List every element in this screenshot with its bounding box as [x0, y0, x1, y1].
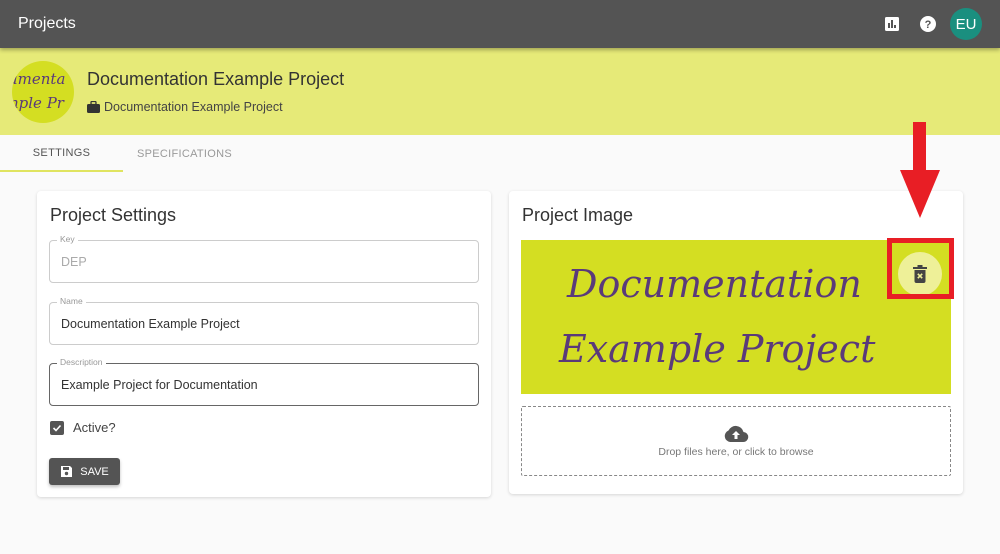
image-text-line2: Example Project: [559, 327, 876, 371]
help-icon: ?: [920, 16, 936, 32]
help-button[interactable]: ?: [910, 6, 946, 42]
tab-settings[interactable]: SETTINGS: [0, 135, 123, 172]
active-checkbox-label: Active?: [73, 420, 116, 435]
name-input[interactable]: [61, 317, 461, 331]
image-card-title: Project Image: [522, 205, 634, 225]
save-icon: [61, 466, 73, 477]
project-header: umenta nple Pr Documentation Example Pro…: [0, 48, 1000, 135]
key-label: Key: [57, 234, 78, 244]
logo-text-line1: umenta: [12, 70, 66, 88]
project-settings-card: Project Settings Key Name Description Ac…: [37, 191, 491, 497]
app-title: Projects: [18, 15, 76, 32]
dropzone-text: Drop files here, or click to browse: [658, 445, 814, 458]
cloud-upload-icon: [724, 425, 749, 442]
image-dropzone[interactable]: Drop files here, or click to browse: [521, 406, 951, 476]
logo-text-line2: nple Pr: [12, 94, 64, 112]
project-logo: umenta nple Pr: [12, 61, 74, 123]
annotation-highlight-box: [887, 238, 954, 299]
settings-card-title: Project Settings: [50, 205, 177, 225]
top-app-bar: Projects ? EU: [0, 0, 1000, 48]
save-button[interactable]: SAVE: [49, 458, 120, 485]
description-label: Description: [57, 357, 106, 367]
image-text-line1: Documentation: [567, 262, 862, 306]
key-field: Key: [49, 234, 479, 283]
chart-button[interactable]: [874, 6, 910, 42]
save-label: SAVE: [80, 465, 109, 478]
chart-icon: [885, 17, 899, 31]
annotation-arrow-icon: [900, 122, 940, 218]
tab-bar: SETTINGS SPECIFICATIONS: [0, 135, 246, 172]
project-subtitle-text: Documentation Example Project: [104, 100, 283, 114]
key-input: [61, 255, 461, 269]
description-input[interactable]: [61, 378, 461, 392]
user-avatar[interactable]: EU: [950, 8, 982, 40]
project-image-card: Project Image Documentation Example Proj…: [509, 191, 963, 494]
active-checkbox[interactable]: [50, 420, 64, 435]
svg-text:?: ?: [925, 19, 932, 31]
briefcase-icon: [87, 101, 100, 113]
name-field[interactable]: Name: [49, 296, 479, 345]
name-label: Name: [57, 296, 86, 306]
tab-specifications[interactable]: SPECIFICATIONS: [123, 135, 246, 172]
project-title: Documentation Example Project: [87, 69, 345, 89]
project-subtitle: Documentation Example Project: [87, 100, 283, 114]
check-icon: [52, 424, 62, 432]
active-checkbox-row[interactable]: Active?: [50, 420, 116, 435]
description-field[interactable]: Description: [49, 357, 479, 406]
